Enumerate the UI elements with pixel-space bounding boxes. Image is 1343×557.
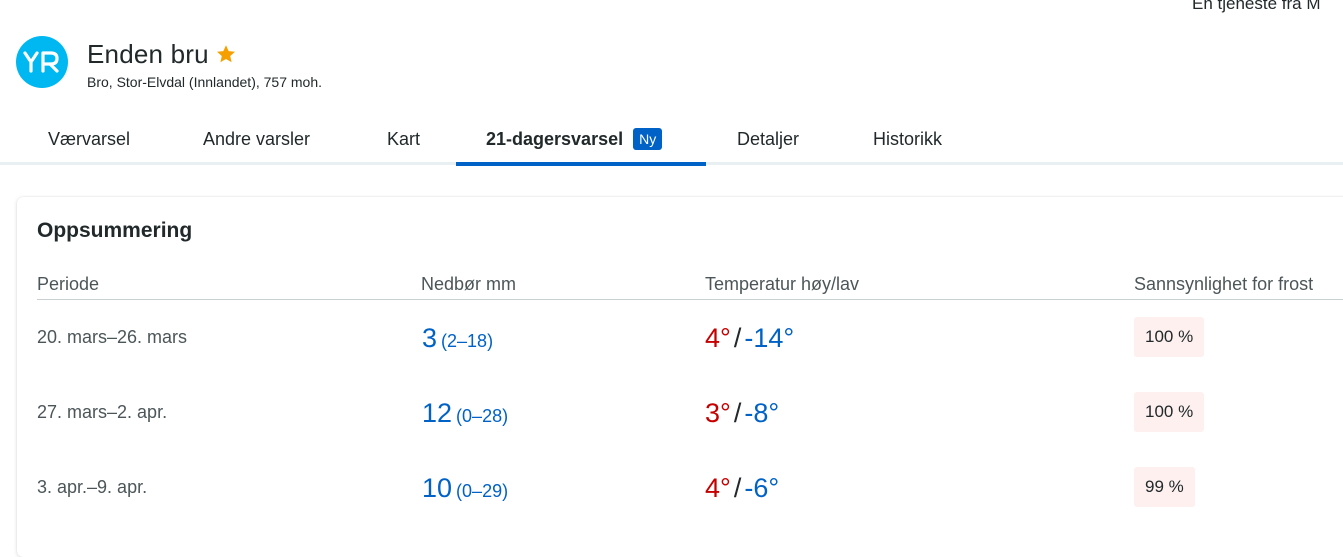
precipitation-range: (0–28) [456, 406, 509, 426]
tab-label: Kart [387, 128, 421, 149]
temperature-cell: 3° / -8° [705, 398, 779, 429]
tab-historikk[interactable]: Historikk [873, 113, 942, 165]
period-cell: 20. mars–26. mars [37, 327, 188, 347]
precipitation-range: (0–29) [456, 481, 509, 501]
tab-label: Andre varsler [203, 128, 311, 149]
header-divider [37, 299, 1343, 300]
temperature-cell: 4° / -14° [705, 323, 794, 354]
column-header-period: Periode [37, 274, 100, 294]
period-cell: 27. mars–2. apr. [37, 402, 168, 422]
tab-label: 21-dagersvarsel [486, 128, 624, 149]
tab-label: Værvarsel [48, 128, 131, 149]
tab-kart[interactable]: Kart [387, 113, 420, 165]
yr-logo-icon [23, 51, 59, 73]
tab-detaljer[interactable]: Detaljer [737, 113, 799, 165]
precipitation-value: 3 [422, 323, 438, 353]
precipitation-cell: 12 (0–28) [422, 398, 508, 429]
column-header-frost: Sannsynlighet for frost [1134, 274, 1314, 294]
temperature-high: 4° [705, 473, 731, 503]
temperature-high: 4° [705, 323, 731, 353]
column-header-temperature: Temperatur høy/lav [705, 274, 860, 294]
temperature-low: -6° [744, 473, 780, 503]
table-row: 20. mars–26. mars 3 (2–18) 4° / -14° 100 % [17, 315, 1343, 375]
temperature-low: -14° [744, 323, 795, 353]
temperature-high: 3° [705, 398, 731, 428]
precipitation-range: (2–18) [441, 331, 494, 351]
temperature-cell: 4° / -6° [705, 473, 779, 504]
tab-bar: Værvarsel Andre varsler Kart 21-dagersva… [0, 113, 1343, 167]
frost-probability-badge: 100 % [1134, 392, 1205, 432]
summary-title: Oppsummering [37, 219, 193, 242]
new-badge: Ny [633, 128, 663, 150]
title-block: Enden bru Bro, Stor-Elvdal (Innlandet), … [87, 36, 323, 91]
temperature-separator: / [733, 473, 742, 503]
precipitation-cell: 3 (2–18) [422, 323, 493, 354]
precipitation-cell: 10 (0–29) [422, 473, 508, 504]
frost-probability-badge: 99 % [1134, 467, 1195, 507]
temperature-low: -8° [744, 398, 780, 428]
table-row: 3. apr.–9. apr. 10 (0–29) 4° / -6° 99 % [17, 465, 1343, 525]
yr-logo[interactable] [16, 36, 68, 88]
temperature-separator: / [733, 323, 742, 353]
frost-probability-badge: 100 % [1134, 317, 1205, 357]
location-subtitle: Bro, Stor-Elvdal (Innlandet), 757 moh. [87, 74, 323, 90]
active-tab-indicator [456, 162, 706, 166]
location-name: Enden bru [87, 38, 209, 69]
precipitation-value: 10 [422, 473, 453, 503]
tab-label: Historikk [873, 128, 943, 149]
temperature-separator: / [733, 398, 742, 428]
precipitation-value: 12 [422, 398, 453, 428]
location-header: Enden bru Bro, Stor-Elvdal (Innlandet), … [16, 36, 322, 90]
tab-21-dagersvarsel[interactable]: 21-dagersvarsel Ny [486, 113, 663, 165]
table-row: 27. mars–2. apr. 12 (0–28) 3° / -8° 100 % [17, 390, 1343, 450]
period-cell: 3. apr.–9. apr. [37, 477, 148, 497]
summary-card: Oppsummering Periode Nedbør mm Temperatu… [17, 197, 1343, 557]
star-icon[interactable] [215, 43, 237, 65]
service-note[interactable]: En tjeneste fra M [1192, 0, 1321, 14]
tab-label: Detaljer [737, 128, 800, 149]
tab-andre-varsler[interactable]: Andre varsler [203, 113, 310, 165]
tab-vaervarsel[interactable]: Værvarsel [48, 113, 130, 165]
column-header-precipitation: Nedbør mm [421, 274, 517, 294]
